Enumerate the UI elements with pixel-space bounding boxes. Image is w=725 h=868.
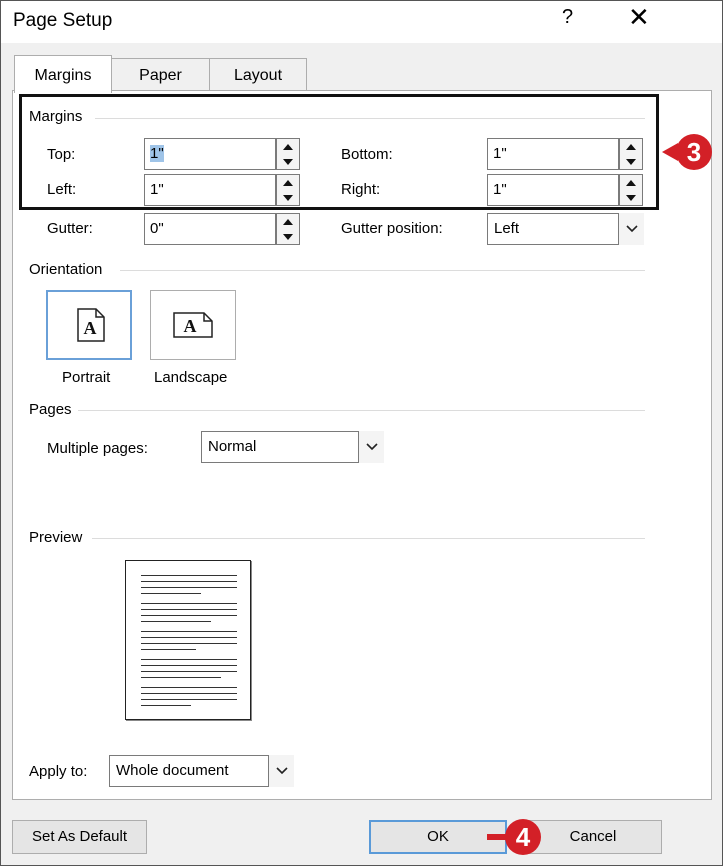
apply-to-label: Apply to: [29,763,88,780]
portrait-page-icon: A [77,308,105,347]
preview-text-line [141,603,237,604]
preview-text-line [141,615,237,616]
pages-separator [78,410,645,411]
orientation-section-label: Orientation [29,261,103,278]
gutter-position-value: Left [494,220,520,237]
landscape-option[interactable]: A [150,290,236,360]
preview-text-line [141,643,237,644]
multiple-pages-select[interactable]: Normal [201,431,384,463]
preview-section-label: Preview [29,529,83,546]
preview-text-line [141,665,237,666]
preview-text-line [141,575,237,576]
landscape-page-icon: A [173,312,213,343]
callout-4-badge: 4 [505,819,541,855]
gutter-label: Gutter: [47,220,93,237]
tab-paper[interactable]: Paper [111,58,210,91]
dialog-title: Page Setup [13,10,113,31]
preview-text-line [141,621,211,622]
preview-text-line [141,671,237,672]
preview-text-line [141,649,196,650]
gutter-position-label: Gutter position: [341,220,443,237]
apply-to-value: Whole document [116,762,229,779]
tab-layout-label: Layout [233,67,283,84]
preview-text-line [141,705,191,706]
set-as-default-button[interactable]: Set As Default [12,820,147,854]
apply-to-select[interactable]: Whole document [109,755,294,787]
gutter-stepper[interactable] [276,213,300,245]
gutter-position-select[interactable]: Left [487,213,644,245]
spin-down-icon[interactable] [277,229,299,244]
preview-text-line [141,693,237,694]
chevron-down-icon[interactable] [268,755,294,787]
preview-text-line [141,631,237,632]
preview-text-line [141,659,237,660]
preview-text-line [141,637,237,638]
preview-separator [92,538,645,539]
preview-text-line [141,687,237,688]
callout-3-badge: 3 [676,134,712,170]
pages-section-label: Pages [29,401,72,418]
svg-text:A: A [84,318,97,338]
portrait-option[interactable]: A [46,290,132,360]
preview-page [125,560,251,720]
tab-layout[interactable]: Layout [209,58,307,91]
tab-paper-label: Paper [139,67,182,84]
preview-text-line [141,609,237,610]
cancel-button[interactable]: Cancel [524,820,662,854]
landscape-label: Landscape [154,369,228,386]
chevron-down-icon[interactable] [618,213,644,245]
spin-up-icon[interactable] [277,214,299,229]
gutter-value: 0" [150,220,164,237]
preview-text-line [141,581,237,582]
preview-text-line [141,677,221,678]
svg-text:A: A [184,316,197,336]
close-icon[interactable]: ✕ [628,2,650,33]
gutter-input[interactable]: 0" [144,213,276,245]
chevron-down-icon[interactable] [358,431,384,463]
multiple-pages-label: Multiple pages: [47,440,148,457]
margins-highlight-box [19,94,659,210]
orientation-separator [120,270,645,271]
preview-text-line [141,587,237,588]
preview-text-line [141,699,237,700]
preview-text-line [141,593,201,594]
portrait-label: Portrait [62,369,111,386]
multiple-pages-value: Normal [208,438,257,455]
tab-margins[interactable]: Margins [14,55,112,93]
help-icon[interactable]: ? [562,6,573,29]
tab-margins-label: Margins [34,67,92,84]
